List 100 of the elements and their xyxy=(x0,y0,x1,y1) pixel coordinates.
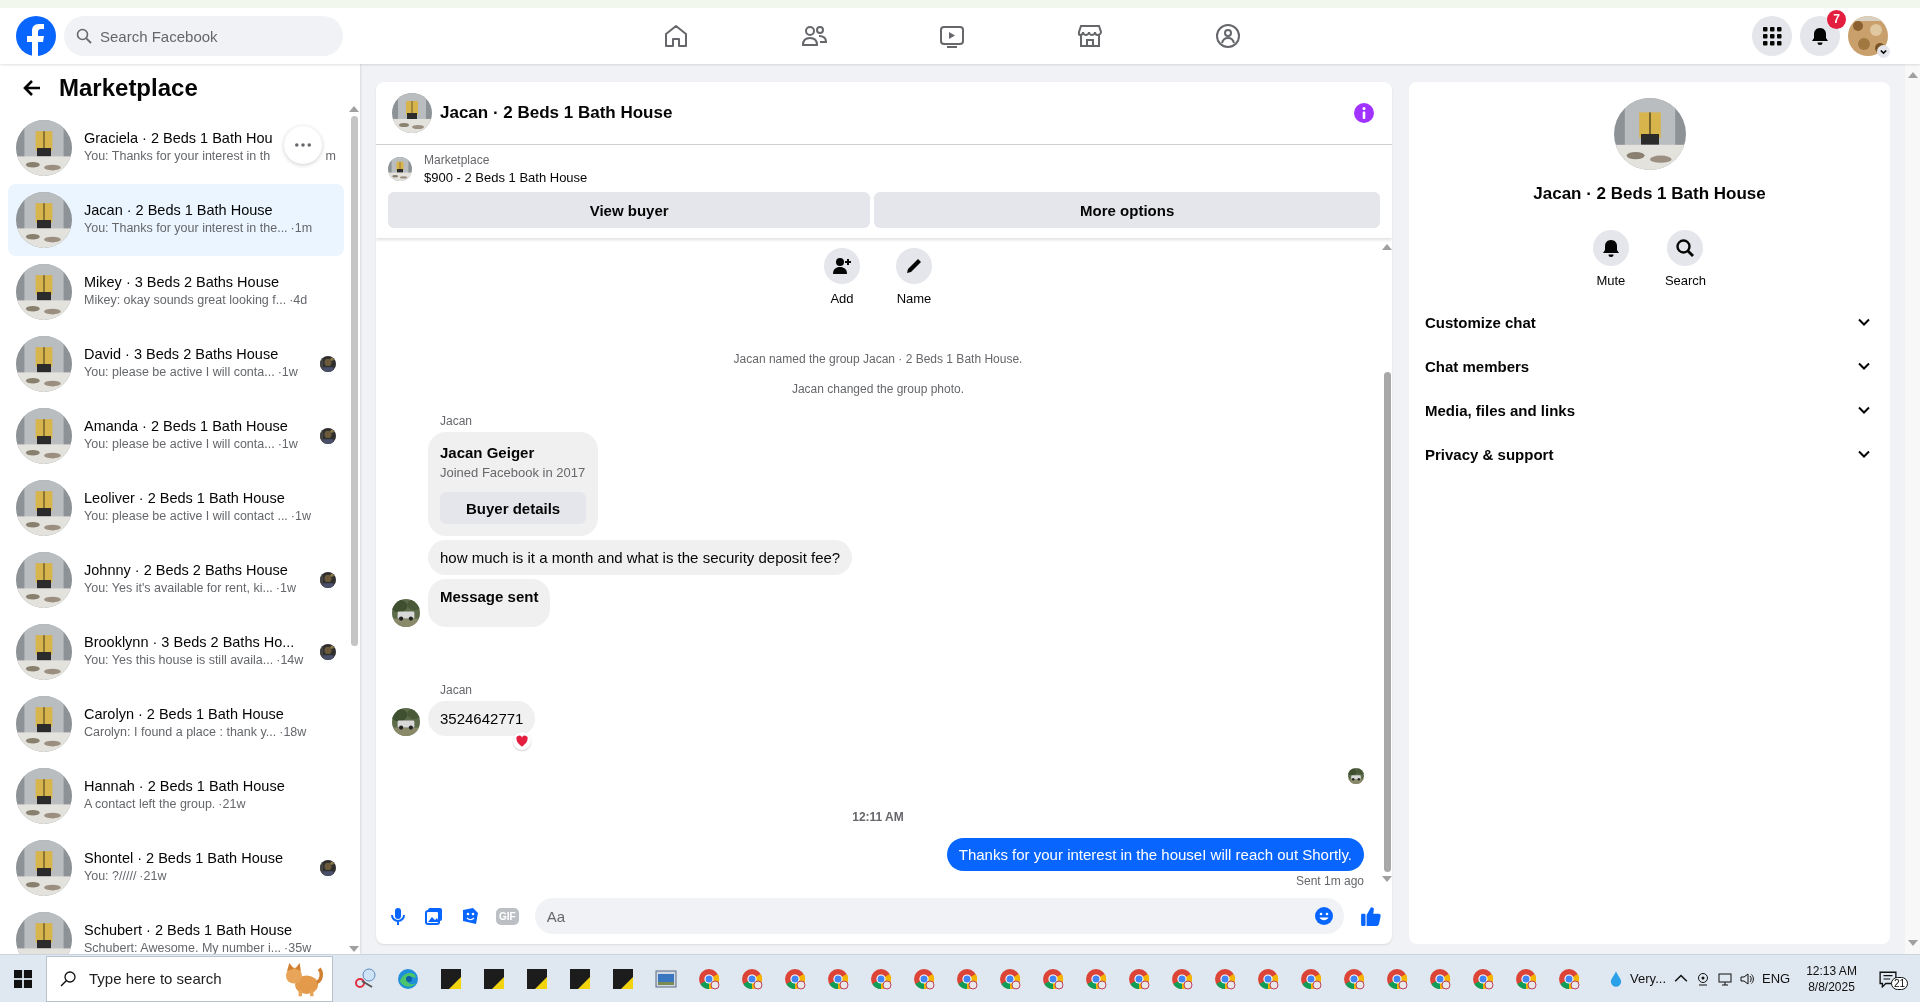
monitor-icon[interactable] xyxy=(1718,971,1732,986)
listing-button[interactable]: View buyer xyxy=(388,192,871,228)
browser-icon[interactable] xyxy=(395,966,420,991)
chevron-down-icon[interactable] xyxy=(1877,45,1890,58)
section-header[interactable]: Customize chat xyxy=(1417,300,1882,344)
listing-button[interactable]: More options xyxy=(874,192,1380,228)
sender-name: Jacan xyxy=(440,683,473,697)
browser-icon[interactable] xyxy=(868,966,893,991)
taskbar-search-field[interactable]: Type here to search xyxy=(46,955,333,1002)
message-preview: Mikey: okay sounds great looking f... xyxy=(84,292,287,307)
browser-icon[interactable] xyxy=(997,966,1022,991)
browser-icon[interactable] xyxy=(696,966,721,991)
message-time: ·21w xyxy=(218,796,246,811)
microphone-icon[interactable] xyxy=(388,906,408,926)
search-icon xyxy=(60,970,76,987)
browser-icon[interactable] xyxy=(1298,966,1323,991)
message-bubble: how much is it a month and what is the security deposit fee? xyxy=(428,540,853,575)
message-time: ·4d xyxy=(289,292,308,307)
conversation-title: Schubert · 2 Beds 1 Bath House xyxy=(84,921,292,938)
conversation-item[interactable]: Leoliver · 2 Beds 1 Bath House You: please be active I will contact ... ·1w xyxy=(8,472,344,544)
browser-icon[interactable] xyxy=(1212,966,1237,991)
info-icon[interactable] xyxy=(1354,103,1374,123)
store-icon[interactable] xyxy=(1076,22,1104,50)
conversation-item[interactable]: Mikey · 3 Beds 2 Baths House Mikey: okay sounds great looking f... ·4d xyxy=(8,256,344,328)
note-icon[interactable] xyxy=(567,966,592,991)
thumbs-up-icon[interactable] xyxy=(1360,905,1382,927)
search-field[interactable]: Search Facebook xyxy=(64,16,343,56)
message-preview: Schubert: Awesome. My number i... xyxy=(84,940,282,954)
conversation-title: Brooklynn · 3 Beds 2 Baths Ho... xyxy=(84,633,295,650)
note-icon[interactable] xyxy=(438,966,463,991)
browser-icon[interactable] xyxy=(825,966,850,991)
browser-icon[interactable] xyxy=(1169,966,1194,991)
browser-icon[interactable] xyxy=(739,966,764,991)
browser-icon[interactable] xyxy=(782,966,807,991)
conversation-item[interactable]: Shontel · 2 Beds 1 Bath House You: ?///// ·21w xyxy=(8,832,344,904)
image-icon[interactable] xyxy=(424,906,444,926)
buyer-details-button[interactable]: Buyer details xyxy=(440,492,587,524)
message-preview: You: please be active I will conta... xyxy=(84,436,275,451)
browser-icon[interactable] xyxy=(1255,966,1280,991)
conversation-item[interactable]: Amanda · 2 Beds 1 Bath House You: please be active I will conta... ·1w xyxy=(8,400,344,472)
speaker-icon[interactable] xyxy=(1740,971,1754,986)
conversation-item[interactable]: Graciela · 2 Beds 1 Bath Hou You: Thanks for your interest in th m xyxy=(8,112,344,184)
apps-menu-button[interactable] xyxy=(1752,16,1792,56)
note-icon[interactable] xyxy=(610,966,635,991)
browser-icon[interactable] xyxy=(1040,966,1065,991)
browser-icon[interactable] xyxy=(1427,966,1452,991)
conversation-title: Johnny · 2 Beds 2 Baths House xyxy=(84,561,288,578)
browser-icon[interactable] xyxy=(1384,966,1409,991)
scissors-icon[interactable] xyxy=(352,966,377,991)
message-input[interactable]: Aa xyxy=(534,898,1344,934)
windows-start-icon[interactable] xyxy=(14,969,32,988)
facebook-logo-icon[interactable] xyxy=(16,16,56,56)
timestamp: 12:11 AM xyxy=(851,810,905,824)
buyer-name: Jacan Geiger xyxy=(440,444,535,461)
section-header[interactable]: Privacy & support xyxy=(1417,432,1882,476)
group-icon[interactable] xyxy=(1214,22,1242,50)
note-icon[interactable] xyxy=(524,966,549,991)
emoji-icon[interactable] xyxy=(1314,906,1334,926)
conversation-item[interactable]: David · 3 Beds 2 Baths House You: please be active I will conta... ·1w xyxy=(8,328,344,400)
browser-icon[interactable] xyxy=(1470,966,1495,991)
conversation-title: Graciela · 2 Beds 1 Bath Hou xyxy=(84,129,273,146)
conversation-item[interactable]: Carolyn · 2 Beds 1 Bath House Carolyn: I found a place : thank y... ·18w xyxy=(8,688,344,760)
conversation-item[interactable]: Johnny · 2 Beds 2 Baths House You: Yes it's available for rent, ki... ·1w xyxy=(8,544,344,616)
home-icon[interactable] xyxy=(662,22,690,50)
browser-icon[interactable] xyxy=(911,966,936,991)
back-arrow-icon[interactable] xyxy=(22,78,42,98)
sidebar-title: Marketplace xyxy=(59,74,198,102)
browser-icon[interactable] xyxy=(1083,966,1108,991)
sticker-icon[interactable] xyxy=(460,906,480,926)
message-time: ·14w xyxy=(276,652,304,667)
section-header[interactable]: Chat members xyxy=(1417,344,1882,388)
listing-source: Marketplace xyxy=(424,153,491,167)
conversation-item[interactable]: Jacan · 2 Beds 1 Bath House You: Thanks for your interest in the... ·1m xyxy=(8,184,344,256)
message-bubble: 3524642771 xyxy=(428,701,536,736)
browser-icon[interactable] xyxy=(1341,966,1366,991)
notifications-button[interactable] xyxy=(1800,16,1840,56)
sender-name: Jacan xyxy=(440,414,473,428)
browser-icon[interactable] xyxy=(1513,966,1538,991)
message-time: ·1w xyxy=(290,508,311,523)
section-header[interactable]: Media, files and links xyxy=(1417,388,1882,432)
clock-time[interactable]: 12:13 AM xyxy=(1806,962,1857,979)
language-indicator[interactable]: ENG xyxy=(1762,971,1791,986)
message-preview: You: ?///// xyxy=(84,868,137,883)
search-icon xyxy=(76,28,92,44)
message-time: ·21w xyxy=(139,868,167,883)
clock-date[interactable]: 8/8/2025 xyxy=(1808,978,1855,995)
system-message: Jacan named the group Jacan · 2 Beds 1 Bath House. xyxy=(732,352,1024,366)
webcam-icon[interactable] xyxy=(1696,971,1710,986)
weather-text[interactable]: Very... xyxy=(1630,971,1666,986)
note-icon[interactable] xyxy=(481,966,506,991)
scrollbar[interactable] xyxy=(1905,64,1920,954)
conversation-item[interactable]: Hannah · 2 Beds 1 Bath House A contact left the group. ·21w xyxy=(8,760,344,832)
notification-center-button[interactable]: 21 xyxy=(1872,967,1914,990)
chat-title: Jacan · 2 Beds 1 Bath House xyxy=(440,103,674,123)
browser-icon[interactable] xyxy=(1126,966,1151,991)
browser-icon[interactable] xyxy=(1556,966,1581,991)
browser-icon[interactable] xyxy=(954,966,979,991)
message-time: ·18w xyxy=(279,724,307,739)
conversation-item[interactable]: Brooklynn · 3 Beds 2 Baths Ho... You: Yes this house is still availa... ·14w xyxy=(8,616,344,688)
message-preview: You: Thanks for your interest in the... xyxy=(84,220,288,235)
